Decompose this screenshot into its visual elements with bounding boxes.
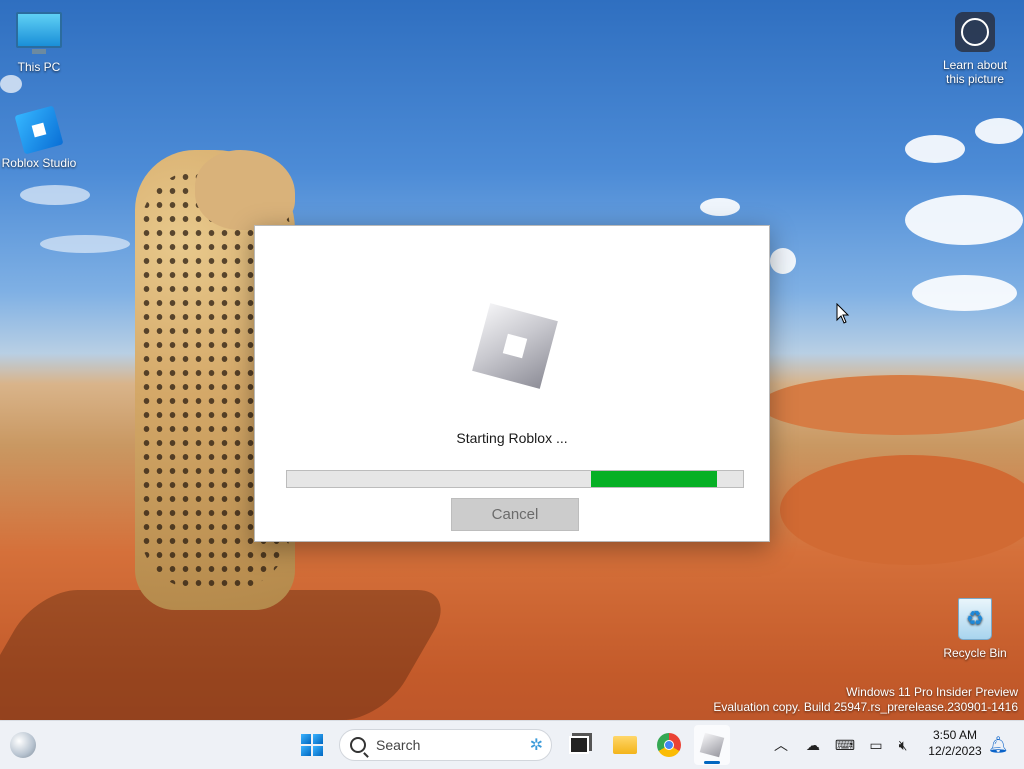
task-view-icon xyxy=(569,736,589,754)
status-text: Starting Roblox ... xyxy=(456,430,568,446)
windows-watermark: Windows 11 Pro Insider Preview Evaluatio… xyxy=(713,685,1018,715)
search-icon xyxy=(350,737,366,753)
desktop-icon-this-pc[interactable]: This PC xyxy=(0,12,79,74)
search-highlight-icon: ✲ xyxy=(529,737,543,754)
taskbar-search-box[interactable]: Search ✲ xyxy=(339,729,552,761)
keyboard-button[interactable]: ⌨ xyxy=(835,729,855,761)
desktop-icon-learn-about-picture[interactable]: Learn about this picture xyxy=(935,12,1015,86)
chevron-up-icon: ︿ xyxy=(774,737,788,753)
taskbar-clock[interactable]: 3:50 AM 12/2/2023 xyxy=(920,727,990,759)
watermark-line2: Evaluation copy. Build 25947.rs_prerelea… xyxy=(713,700,1018,714)
desktop-icon-label: this picture xyxy=(945,72,1005,86)
file-explorer-button[interactable] xyxy=(611,729,639,761)
roblox-studio-icon xyxy=(14,105,64,155)
widgets-weather-icon[interactable] xyxy=(10,732,36,758)
chrome-icon xyxy=(657,733,681,757)
monitor-icon xyxy=(16,12,62,54)
task-view-button[interactable] xyxy=(565,729,593,761)
show-hidden-icons-button[interactable]: ︿ xyxy=(773,729,789,761)
active-app-indicator xyxy=(704,761,720,764)
network-icon: ▭ xyxy=(869,736,883,753)
folder-icon xyxy=(613,736,637,754)
desktop-icon-label: Roblox Studio xyxy=(1,156,77,170)
desktop-icon-recycle-bin[interactable]: ♻ Recycle Bin xyxy=(935,598,1015,660)
start-button[interactable] xyxy=(300,729,324,761)
network-button[interactable]: ▭ xyxy=(866,729,886,761)
roblox-launcher-dialog: Starting Roblox ... Cancel xyxy=(254,225,770,542)
desktop-icon-label: Learn about xyxy=(942,58,1008,72)
notification-bell-icon[interactable]: 🔔︎ xyxy=(988,735,1008,755)
progress-fill xyxy=(591,471,717,487)
windows-logo-icon xyxy=(301,734,323,756)
recycle-bin-icon: ♻ xyxy=(958,598,992,640)
desktop-icon-roblox-studio[interactable]: Roblox Studio xyxy=(0,105,79,170)
volume-muted-icon: 🔇︎ xyxy=(898,736,908,753)
watermark-line1: Windows 11 Pro Insider Preview xyxy=(846,685,1018,699)
camera-icon xyxy=(955,12,995,52)
onedrive-icon: ☁ xyxy=(806,736,820,753)
roblox-logo-icon xyxy=(472,303,558,389)
desktop-icon-label: Recycle Bin xyxy=(943,646,1007,660)
cancel-button[interactable]: Cancel xyxy=(451,498,579,531)
mouse-pointer-icon xyxy=(836,303,850,324)
roblox-taskbar-button[interactable] xyxy=(694,725,730,765)
chrome-button[interactable] xyxy=(655,729,683,761)
desktop-icon-label: This PC xyxy=(17,60,61,74)
progress-bar xyxy=(286,470,744,488)
keyboard-icon: ⌨ xyxy=(834,736,856,753)
search-placeholder: Search xyxy=(376,737,421,753)
clock-date: 12/2/2023 xyxy=(928,744,982,758)
volume-button[interactable]: 🔇︎ xyxy=(893,729,913,761)
taskbar: Search ✲ ︿ ☁ ⌨ ▭ 🔇︎ xyxy=(0,720,1024,769)
clock-time: 3:50 AM xyxy=(932,728,978,742)
roblox-icon xyxy=(699,732,725,758)
onedrive-button[interactable]: ☁ xyxy=(802,729,824,761)
